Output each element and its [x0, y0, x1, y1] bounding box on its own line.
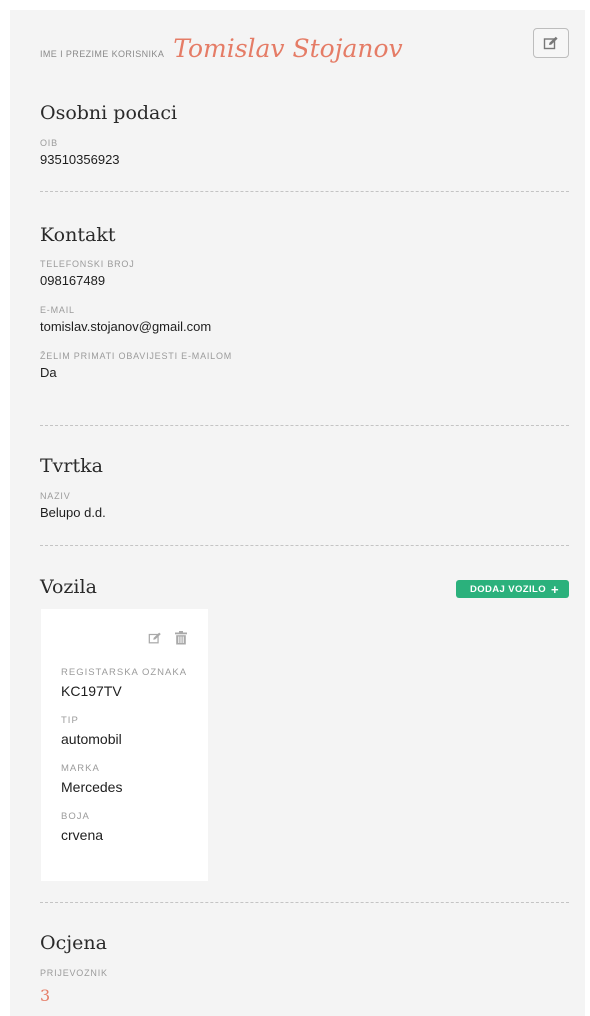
add-vehicle-button[interactable]: DODAJ VOZILO + — [455, 580, 569, 598]
vehicle-actions — [148, 631, 188, 645]
carrier-rating-field: PRIJEVOZNIK 3 — [40, 968, 569, 1005]
color-field: BOJA crvena — [61, 811, 187, 843]
phone-field: TELEFONSKI BROJ 098167489 — [40, 259, 569, 288]
brand-field: MARKA Mercedes — [61, 763, 187, 795]
plate-value: KC197TV — [61, 683, 122, 699]
contact-title: Kontakt — [40, 224, 116, 246]
personal-data-section: Osobni podaci OIB 93510356923 — [40, 102, 569, 167]
type-field: TIP automobil — [61, 715, 187, 747]
company-title: Tvrtka — [40, 455, 103, 477]
email-notifications-value: Da — [40, 365, 57, 380]
edit-profile-button[interactable] — [533, 28, 569, 58]
brand-value: Mercedes — [61, 779, 123, 795]
user-profile-panel: IME I PREZIME KORISNIKA Tomislav Stojano… — [10, 10, 585, 1016]
company-name-value: Belupo d.d. — [40, 505, 106, 520]
phone-value: 098167489 — [40, 273, 106, 288]
oib-value: 93510356923 — [40, 152, 120, 167]
divider — [40, 425, 569, 426]
plus-icon: + — [551, 581, 559, 597]
brand-label: MARKA — [61, 763, 100, 774]
rating-section: Ocjena PRIJEVOZNIK 3 — [40, 932, 569, 1005]
email-value: tomislav.stojanov@gmail.com — [40, 319, 212, 334]
type-value: automobil — [61, 731, 122, 747]
oib-label: OIB — [40, 138, 58, 148]
divider — [40, 545, 569, 546]
edit-vehicle-icon[interactable] — [148, 631, 162, 645]
email-notifications-label: ŽELIM PRIMATI OBAVIJESTI E-MAILOM — [40, 351, 233, 361]
profile-header: IME I PREZIME KORISNIKA Tomislav Stojano… — [40, 34, 403, 63]
personal-data-title: Osobni podaci — [40, 102, 178, 124]
plate-field: REGISTARSKA OZNAKA KC197TV — [61, 667, 187, 699]
vehicle-fields: REGISTARSKA OZNAKA KC197TV TIP automobil… — [61, 667, 187, 843]
company-section: Tvrtka NAZIV Belupo d.d. — [40, 455, 569, 520]
color-label: BOJA — [61, 811, 90, 822]
divider — [40, 902, 569, 903]
rating-title: Ocjena — [40, 932, 107, 954]
oib-field: OIB 93510356923 — [40, 138, 569, 167]
company-name-field: NAZIV Belupo d.d. — [40, 491, 569, 520]
contact-section: Kontakt TELEFONSKI BROJ 098167489 E-MAIL… — [40, 224, 569, 380]
company-name-label: NAZIV — [40, 491, 71, 501]
carrier-rating-label: PRIJEVOZNIK — [40, 968, 108, 978]
add-vehicle-label: DODAJ VOZILO — [469, 583, 546, 595]
color-value: crvena — [61, 827, 104, 843]
divider — [40, 191, 569, 192]
type-label: TIP — [61, 715, 79, 726]
email-notifications-field: ŽELIM PRIMATI OBAVIJESTI E-MAILOM Da — [40, 351, 569, 380]
email-label: E-MAIL — [40, 305, 75, 315]
plate-label: REGISTARSKA OZNAKA — [61, 667, 188, 678]
name-label: IME I PREZIME KORISNIKA — [40, 49, 165, 59]
delete-vehicle-icon[interactable] — [174, 631, 188, 645]
user-full-name: Tomislav Stojanov — [173, 34, 403, 63]
carrier-rating-value: 3 — [40, 986, 51, 1005]
email-field: E-MAIL tomislav.stojanov@gmail.com — [40, 305, 569, 334]
vehicle-card: REGISTARSKA OZNAKA KC197TV TIP automobil… — [41, 609, 208, 881]
edit-icon — [543, 36, 558, 50]
phone-label: TELEFONSKI BROJ — [40, 259, 135, 269]
